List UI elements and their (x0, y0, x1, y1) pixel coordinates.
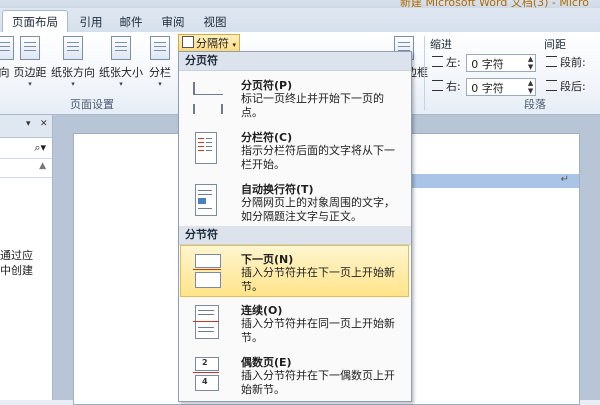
navigation-text-line: 通过应 (0, 249, 33, 262)
spacing-after-row: 段后: (546, 78, 586, 94)
menu-item-title: 分栏符(C) (241, 131, 293, 144)
indent-title: 缩进 (430, 38, 452, 51)
breaks-dropdown-icon: ▾ (232, 41, 237, 49)
navigation-search[interactable]: ⌕▾ (0, 138, 52, 159)
indent-right-row: 右: 0 字符 ▲ ▼ (432, 78, 537, 96)
column-break-icon (193, 132, 219, 164)
columns-icon (150, 36, 170, 60)
menu-item-description: 插入分节符并在同一页上开始新节。 (241, 317, 395, 344)
indent-left-label: 左: (446, 56, 461, 69)
columns-dropdown-icon: ▾ (158, 80, 162, 88)
menu-item-text-wrapping-break[interactable]: 自动换行符(T) 分隔网页上的对象周围的文字，如分隔题注文字与正文。 (181, 176, 407, 226)
orientation-label: 纸张方向 (51, 66, 95, 79)
indent-left-row: 左: 0 字符 ▲ ▼ (432, 54, 537, 72)
paragraph-mark-icon: ↵ (560, 174, 569, 185)
ribbon-tab-row: 页面布局 引用 邮件 审阅 视图 (0, 8, 600, 34)
title-bar: 新建 Microsoft Word 文档(3) - Micro (0, 0, 600, 9)
menu-item-title: 偶数页(E) (241, 356, 292, 369)
margins-dropdown-icon: ▾ (28, 80, 32, 88)
margins-icon (20, 36, 40, 60)
indent-left-icon (432, 56, 443, 67)
size-button[interactable]: 纸张大小 ▾ (98, 36, 144, 88)
menu-item-description: 指示分栏符后面的文字将从下一栏开始。 (241, 144, 395, 171)
tab-references[interactable]: 引用 (76, 12, 106, 32)
text-wrapping-break-icon (193, 184, 219, 216)
indent-right-spinner[interactable]: 0 字符 ▲ ▼ (466, 78, 537, 96)
breaks-dropdown-menu: 分页符 分页符(P) 标记一页终止并开始下一页的点。 分栏符(C) 指示分栏符后… (178, 51, 412, 402)
navigation-pane-header: ▾ ✕ (0, 115, 52, 138)
menu-item-title: 下一页(N) (241, 253, 294, 266)
close-icon[interactable]: ✕ (40, 119, 48, 129)
indent-right-label: 右: (446, 80, 461, 93)
size-dropdown-icon: ▾ (119, 80, 123, 88)
menu-item-title: 分页符(P) (241, 79, 293, 92)
menu-item-description: 插入分节符并在下一页上开始新节。 (241, 266, 395, 293)
margins-button[interactable]: 页边距 ▾ (12, 36, 48, 88)
page-break-icon (193, 80, 223, 114)
orientation-icon (63, 36, 83, 60)
navigation-scroll-up[interactable]: ▲ (0, 159, 52, 178)
indent-right-icon (432, 80, 443, 91)
menu-item-description: 插入分节符并在下一偶数页上开始新节。 (241, 369, 395, 396)
navigation-text-line: 中创建 (0, 264, 33, 277)
chevron-up-icon[interactable]: ▲ (39, 161, 46, 171)
indent-left-spinner[interactable]: 0 字符 ▲ ▼ (466, 54, 537, 72)
navigation-pane: ▾ ✕ ⌕▾ ▲ 通过应 中创建 (0, 115, 53, 400)
tab-page-layout[interactable]: 页面布局 (2, 10, 68, 34)
orientation-button[interactable]: 纸张方向 ▾ (50, 36, 96, 88)
orientation-dropdown-icon: ▾ (71, 80, 75, 88)
spacing-before-label: 段前: (560, 56, 586, 69)
even-page-break-icon: 2 4 (193, 357, 219, 391)
menu-item-next-page[interactable]: 下一页(N) 插入分节符并在下一页上开始新节。 (180, 245, 409, 297)
continuous-break-icon (193, 305, 219, 339)
menu-section-section-breaks: 分节符 (179, 226, 411, 245)
navigation-pane-text: 通过应 中创建 (0, 248, 33, 278)
search-icon[interactable]: ⌕▾ (34, 141, 46, 155)
indent-left-value: 0 字符 (471, 58, 504, 71)
tab-mailings[interactable]: 邮件 (116, 12, 146, 32)
size-label: 纸张大小 (99, 66, 143, 79)
spin-arrows-icon[interactable]: ▲ ▼ (528, 79, 533, 95)
menu-section-page-breaks: 分页符 (179, 52, 411, 71)
spin-arrows-icon[interactable]: ▲ ▼ (528, 55, 533, 71)
menu-item-even-page[interactable]: 2 4 偶数页(E) 插入分节符并在下一偶数页上开始新节。 (181, 349, 407, 399)
breaks-icon (182, 36, 194, 48)
spacing-before-row: 段前: (546, 54, 586, 70)
spacing-after-label: 段后: (560, 80, 586, 93)
menu-item-column-break[interactable]: 分栏符(C) 指示分栏符后面的文字将从下一栏开始。 (181, 124, 407, 174)
spacing-title: 间距 (544, 38, 566, 51)
tab-view[interactable]: 视图 (200, 12, 230, 32)
spacing-before-icon (546, 56, 557, 67)
next-page-break-icon (193, 254, 221, 288)
menu-item-title: 自动换行符(T) (241, 183, 314, 196)
margins-label: 页边距 (13, 66, 47, 79)
indent-right-value: 0 字符 (471, 82, 504, 95)
breaks-label: 分隔符 (196, 37, 229, 50)
menu-item-continuous[interactable]: 连续(O) 插入分节符并在同一页上开始新节。 (181, 297, 407, 347)
menu-item-description: 标记一页终止并开始下一页的点。 (241, 92, 384, 119)
paper-size-icon (111, 36, 131, 60)
paragraph-group-label: 段落 (524, 98, 546, 111)
columns-label: 分栏 (149, 66, 171, 79)
columns-button[interactable]: 分栏 ▾ (146, 36, 174, 88)
ribbon-separator (424, 36, 425, 110)
menu-item-title: 连续(O) (241, 304, 283, 317)
page-setup-group-label: 页面设置 (70, 98, 114, 111)
menu-item-description: 分隔网页上的对象周围的文字，如分隔题注文字与正文。 (241, 196, 395, 223)
pane-menu-icon[interactable]: ▾ (26, 119, 31, 129)
menu-item-page-break[interactable]: 分页符(P) 标记一页终止并开始下一页的点。 (181, 72, 407, 122)
spacing-after-icon (546, 80, 557, 91)
tab-review[interactable]: 审阅 (158, 12, 188, 32)
